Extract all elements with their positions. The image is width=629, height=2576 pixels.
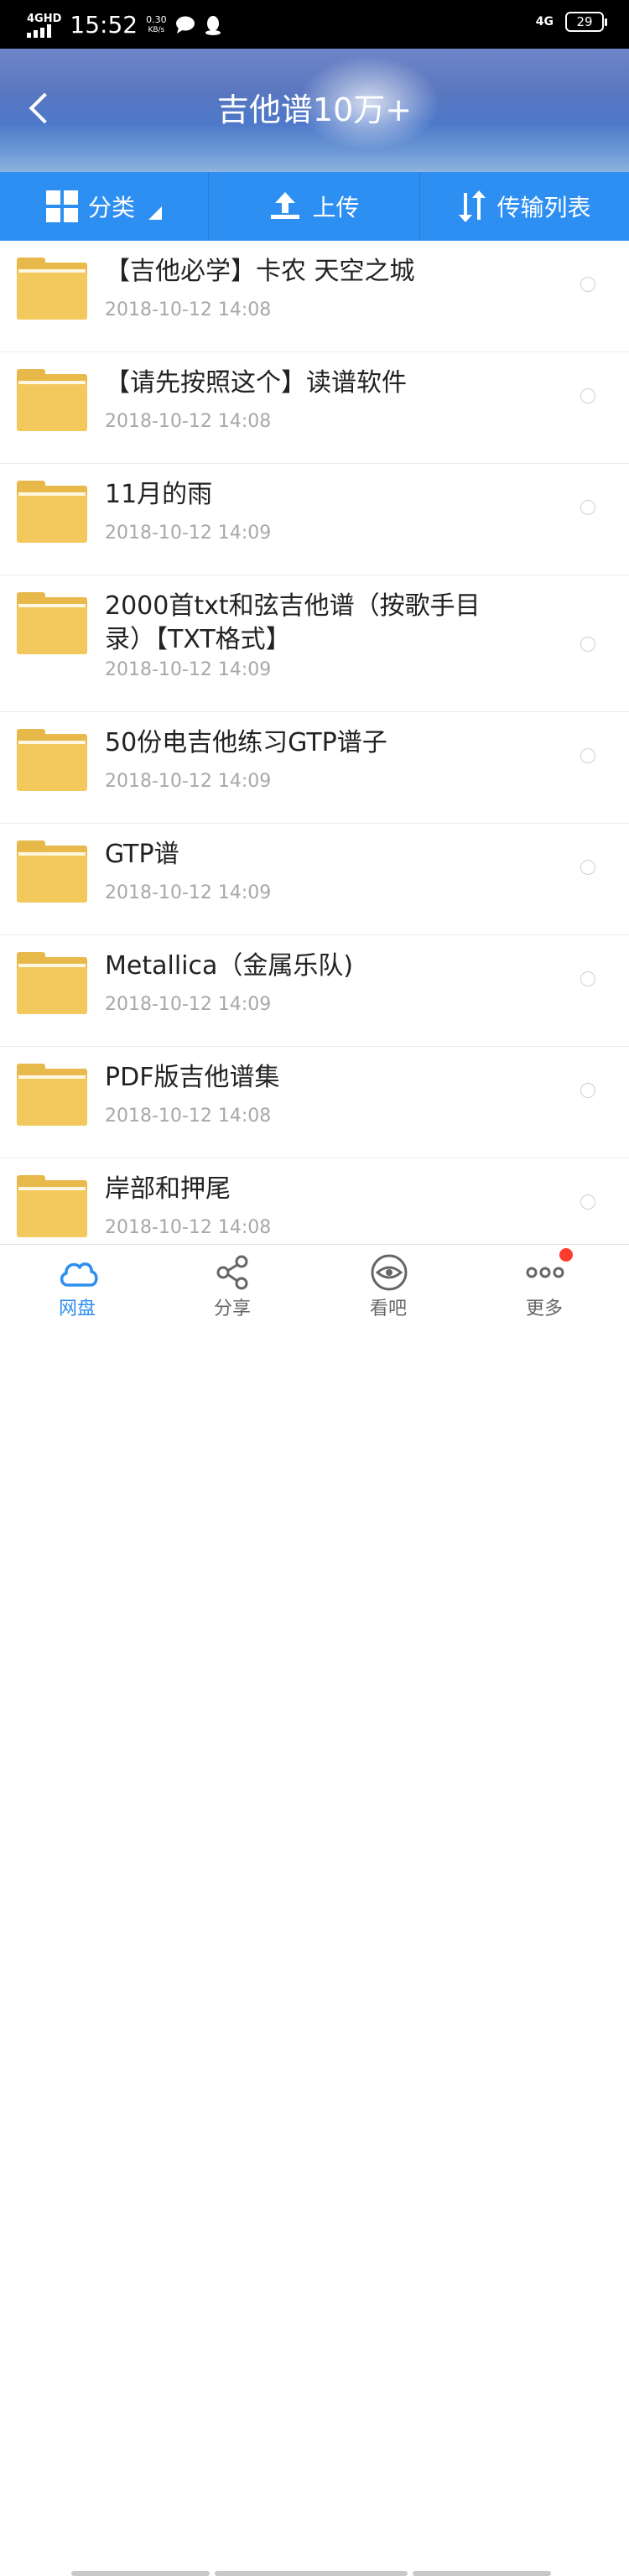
status-left: 4GHD 15:52 0.30 KB/s <box>27 8 222 42</box>
nav-label: 看吧 <box>369 1298 407 1319</box>
nav-label: 分享 <box>213 1298 251 1319</box>
category-button[interactable]: 分类 <box>0 172 208 241</box>
file-name: 【吉他必学】卡农 天空之城 <box>105 257 415 286</box>
select-radio[interactable] <box>580 277 595 292</box>
select-radio[interactable] <box>580 637 595 652</box>
file-name: PDF版吉他谱集 <box>105 1063 280 1092</box>
category-label: 分类 <box>87 194 135 221</box>
file-name: 50份电吉他练习GTP谱子 <box>105 728 387 757</box>
page-title: 吉他谱10万+ <box>216 91 413 128</box>
file-name: 【请先按照这个】读谱软件 <box>105 368 407 398</box>
gesture-bar <box>413 2571 551 2576</box>
select-radio[interactable] <box>580 1194 595 1210</box>
battery-level: 29 <box>576 14 593 29</box>
file-date: 2018-10-12 14:08 <box>105 1106 272 1127</box>
status-bar: 4GHD 15:52 0.30 KB/s 4G 29 <box>0 0 629 49</box>
bottom-nav: 网盘 分享 看吧 更多 <box>0 1244 629 2576</box>
list-item[interactable]: GTP谱 2018-10-12 14:09 <box>0 824 629 935</box>
signal-icon <box>27 23 51 38</box>
network-speed: 0.30 KB/s <box>146 15 167 35</box>
folder-icon <box>17 481 87 543</box>
list-item[interactable]: PDF版吉他谱集 2018-10-12 14:08 <box>0 1047 629 1158</box>
nav-share[interactable]: 分享 <box>182 1245 283 1332</box>
file-name: 2000首txt和弦吉他谱（按歌手目录）【TXT格式】 <box>105 591 481 654</box>
folder-icon <box>17 258 87 320</box>
file-name: Metallica（金属乐队) <box>105 951 354 981</box>
gesture-bar <box>215 2571 408 2576</box>
folder-icon <box>17 952 87 1014</box>
select-radio[interactable] <box>580 1083 595 1098</box>
list-item[interactable]: 岸部和押尾 2018-10-12 14:08 <box>0 1158 629 1244</box>
file-date: 2018-10-12 14:08 <box>105 411 272 432</box>
select-radio[interactable] <box>580 500 595 515</box>
transfer-icon <box>459 190 486 222</box>
nav-cloud-drive[interactable]: 网盘 <box>27 1245 127 1332</box>
network-type-right: 4G <box>535 15 554 29</box>
folder-icon <box>17 729 87 791</box>
upload-icon <box>271 192 300 219</box>
file-date: 2018-10-12 14:08 <box>105 299 272 320</box>
file-name: GTP谱 <box>105 840 179 869</box>
grid-icon <box>45 190 78 222</box>
file-name: 11月的雨 <box>105 480 213 509</box>
network-type: 4GHD <box>27 12 62 25</box>
folder-icon <box>17 592 87 654</box>
caret-icon <box>148 206 162 220</box>
share-icon <box>216 1255 248 1290</box>
header-banner: 吉他谱10万+ <box>0 49 629 172</box>
signal-group: 4GHD <box>27 13 61 38</box>
nav-label: 网盘 <box>58 1298 96 1319</box>
folder-icon <box>17 1064 87 1126</box>
list-item[interactable]: 2000首txt和弦吉他谱（按歌手目录）【TXT格式】 2018-10-12 1… <box>0 575 629 712</box>
folder-icon <box>17 369 87 431</box>
status-right: 4G 29 <box>535 12 607 32</box>
list-item[interactable]: 【请先按照这个】读谱软件 2018-10-12 14:08 <box>0 352 629 464</box>
speed-value: 0.30 <box>146 14 167 25</box>
file-date: 2018-10-12 14:09 <box>105 994 272 1015</box>
select-radio[interactable] <box>580 388 595 403</box>
folder-icon <box>17 1175 87 1237</box>
folder-icon <box>17 840 87 903</box>
notification-badge <box>559 1248 573 1262</box>
message-icon <box>175 16 195 34</box>
nav-more[interactable]: 更多 <box>494 1245 595 1332</box>
file-date: 2018-10-12 14:09 <box>105 523 272 544</box>
file-date: 2018-10-12 14:09 <box>105 882 272 903</box>
file-list: 【吉他必学】卡农 天空之城 2018-10-12 14:08 【请先按照这个】读… <box>0 241 629 1244</box>
qq-icon <box>205 16 221 35</box>
cloud-icon <box>60 1262 98 1287</box>
eye-icon <box>371 1254 408 1291</box>
transfer-label: 传输列表 <box>496 194 591 221</box>
file-name: 岸部和押尾 <box>105 1174 231 1204</box>
file-date: 2018-10-12 14:09 <box>105 771 272 792</box>
upload-button[interactable]: 上传 <box>208 172 419 241</box>
list-item[interactable]: 11月的雨 2018-10-12 14:09 <box>0 464 629 575</box>
select-radio[interactable] <box>580 860 595 875</box>
nav-watch[interactable]: 看吧 <box>338 1245 439 1332</box>
list-item[interactable]: Metallica（金属乐队) 2018-10-12 14:09 <box>0 935 629 1047</box>
list-item[interactable]: 【吉他必学】卡农 天空之城 2018-10-12 14:08 <box>0 241 629 352</box>
list-item[interactable]: 50份电吉他练习GTP谱子 2018-10-12 14:09 <box>0 712 629 824</box>
upload-label: 上传 <box>312 194 360 221</box>
toolbar: 分类 上传 传输列表 <box>0 172 629 241</box>
nav-label: 更多 <box>525 1298 563 1319</box>
speed-unit: KB/s <box>148 26 165 34</box>
file-date: 2018-10-12 14:09 <box>105 659 272 680</box>
file-date: 2018-10-12 14:08 <box>105 1217 272 1238</box>
clock: 15:52 <box>70 11 138 39</box>
battery-icon: 29 <box>565 12 607 32</box>
select-radio[interactable] <box>580 971 595 986</box>
gesture-bar <box>71 2571 210 2576</box>
transfer-list-button[interactable]: 传输列表 <box>419 172 629 241</box>
select-radio[interactable] <box>580 748 595 763</box>
